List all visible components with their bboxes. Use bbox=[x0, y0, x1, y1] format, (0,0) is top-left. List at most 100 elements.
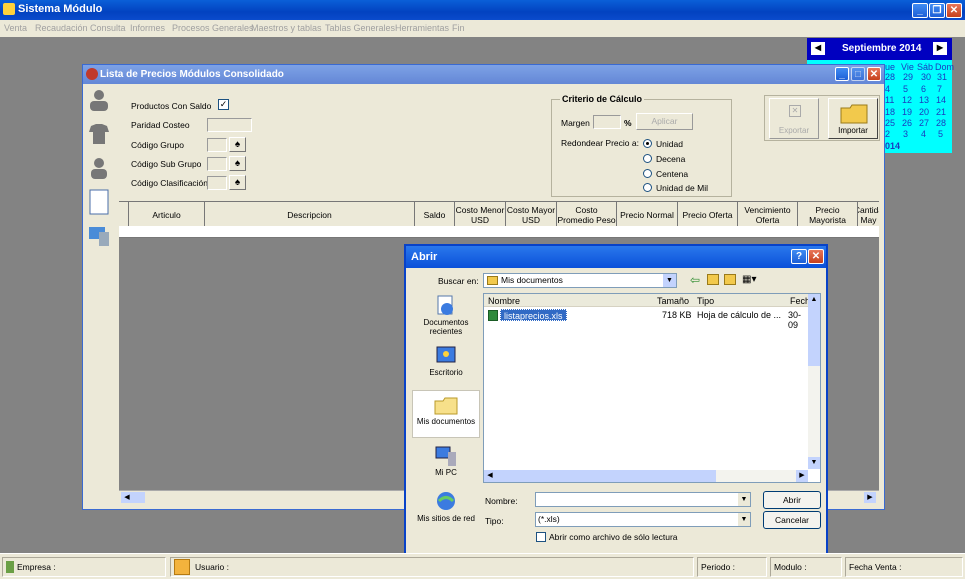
binoculars-icon[interactable]: ♠ bbox=[229, 156, 246, 171]
shirt-icon[interactable] bbox=[87, 122, 111, 146]
day-cell[interactable]: 20 bbox=[919, 107, 929, 117]
scroll-up-icon[interactable]: ▲ bbox=[808, 294, 820, 306]
file-row[interactable]: listaprecios.xls 718 KB Hoja de cálculo … bbox=[486, 309, 806, 330]
place-recent[interactable]: Documentos recientes bbox=[412, 294, 480, 336]
col-precio-oferta[interactable]: Precio Oferta bbox=[678, 202, 738, 227]
day-cell[interactable]: 3 bbox=[903, 129, 908, 139]
view-menu-icon[interactable]: ▦▾ bbox=[742, 274, 756, 285]
menu-fin[interactable]: Fin bbox=[452, 23, 465, 33]
place-desktop[interactable]: Escritorio bbox=[412, 344, 480, 377]
day-cell[interactable]: 29 bbox=[903, 72, 913, 82]
radio-decena[interactable] bbox=[643, 154, 652, 163]
window-minimize-icon[interactable]: _ bbox=[835, 67, 849, 81]
day-cell[interactable]: 28 bbox=[936, 118, 946, 128]
readonly-checkbox[interactable] bbox=[536, 532, 546, 542]
grid-empty-row[interactable] bbox=[119, 226, 879, 238]
menu-venta[interactable]: Venta bbox=[4, 23, 27, 33]
cancel-button[interactable]: Cancelar bbox=[763, 511, 821, 529]
col-costo-promedio[interactable]: Costo Promedio Peso bbox=[557, 202, 617, 227]
col-fecha[interactable]: Fech bbox=[790, 296, 810, 306]
day-cell[interactable]: 25 bbox=[885, 118, 895, 128]
day-cell[interactable]: 7 bbox=[937, 84, 942, 94]
prev-month-icon[interactable]: ◀ bbox=[811, 42, 825, 55]
binoculars-icon[interactable]: ♠ bbox=[229, 175, 246, 190]
col-costo-menor[interactable]: Costo Menor USD bbox=[455, 202, 506, 227]
filename-input[interactable] bbox=[535, 492, 751, 507]
next-month-icon[interactable]: ▶ bbox=[933, 42, 947, 55]
col-costo-mayor[interactable]: Costo Mayor USD bbox=[506, 202, 557, 227]
menu-recaudacion[interactable]: Recaudación bbox=[35, 23, 88, 33]
exportar-button[interactable]: ✕ Exportar bbox=[769, 98, 819, 139]
restore-icon[interactable]: ❐ bbox=[929, 3, 945, 18]
day-cell[interactable]: 26 bbox=[902, 118, 912, 128]
person-icon[interactable] bbox=[87, 88, 111, 112]
day-cell[interactable]: 12 bbox=[902, 95, 912, 105]
new-folder-icon[interactable] bbox=[724, 274, 736, 285]
day-cell[interactable]: 27 bbox=[919, 118, 929, 128]
place-network[interactable]: Mis sitios de red bbox=[412, 490, 480, 523]
day-cell[interactable]: 11 bbox=[885, 95, 894, 105]
codigo-grupo-input[interactable] bbox=[207, 138, 227, 152]
place-my-pc[interactable]: Mi PC bbox=[412, 444, 480, 477]
open-button[interactable]: Abrir bbox=[763, 491, 821, 509]
day-cell[interactable]: 13 bbox=[919, 95, 929, 105]
day-cell[interactable]: 14 bbox=[936, 95, 946, 105]
importar-button[interactable]: Importar bbox=[828, 98, 878, 139]
margen-input[interactable] bbox=[593, 115, 621, 129]
day-cell[interactable]: 5 bbox=[938, 129, 943, 139]
menu-procesos[interactable]: Procesos Generales bbox=[172, 23, 254, 33]
radio-centena[interactable] bbox=[643, 169, 652, 178]
day-cell[interactable]: 6 bbox=[921, 84, 926, 94]
file-list-vscrollbar[interactable]: ▲ ▼ bbox=[808, 294, 820, 469]
menu-consulta[interactable]: Consulta bbox=[90, 23, 126, 33]
scroll-thumb[interactable] bbox=[496, 470, 716, 482]
computer-icon[interactable] bbox=[87, 224, 111, 248]
scroll-thumb[interactable] bbox=[133, 492, 145, 503]
codigo-clasificacion-input[interactable] bbox=[207, 176, 227, 190]
scroll-right-icon[interactable]: ▶ bbox=[796, 470, 808, 482]
codigo-sub-grupo-input[interactable] bbox=[207, 157, 227, 171]
day-cell[interactable]: 28 bbox=[885, 72, 895, 82]
window-close-icon[interactable]: ✕ bbox=[867, 67, 881, 81]
col-precio-mayorista[interactable]: Precio Mayorista bbox=[798, 202, 858, 227]
col-precio-normal[interactable]: Precio Normal bbox=[617, 202, 678, 227]
col-vencimiento[interactable]: Vencimiento Oferta bbox=[738, 202, 798, 227]
day-cell[interactable]: 4 bbox=[921, 129, 926, 139]
col-tipo[interactable]: Tipo bbox=[697, 296, 714, 306]
col-descripcion[interactable]: Descripcion bbox=[205, 202, 415, 227]
file-name[interactable]: listaprecios.xls bbox=[500, 309, 567, 321]
look-in-select[interactable]: Mis documentos ▼ bbox=[483, 273, 677, 288]
col-cantidad[interactable]: Cantida May bbox=[858, 202, 879, 227]
minimize-icon[interactable]: _ bbox=[912, 3, 928, 18]
scroll-thumb[interactable] bbox=[808, 306, 820, 366]
paridad-costeo-input[interactable] bbox=[207, 118, 252, 132]
file-list[interactable]: Nombre Tamaño Tipo Fech listaprecios.xls… bbox=[483, 293, 821, 483]
filetype-select[interactable]: (*.xls) bbox=[535, 512, 751, 527]
scroll-left-icon[interactable]: ◀ bbox=[121, 492, 133, 503]
close-icon[interactable]: ✕ bbox=[946, 3, 962, 18]
chevron-down-icon[interactable]: ▼ bbox=[738, 513, 750, 526]
day-cell[interactable]: 30 bbox=[921, 72, 931, 82]
menu-herramientas[interactable]: Herramientas bbox=[395, 23, 449, 33]
scroll-down-icon[interactable]: ▼ bbox=[808, 457, 820, 469]
back-icon[interactable]: ⇦ bbox=[690, 273, 700, 287]
day-cell[interactable]: 2 bbox=[885, 129, 890, 139]
document-icon[interactable] bbox=[88, 189, 110, 215]
file-list-hscrollbar[interactable]: ◀ ▶ bbox=[484, 470, 808, 482]
day-cell[interactable]: 31 bbox=[937, 72, 947, 82]
col-nombre[interactable]: Nombre bbox=[488, 296, 520, 306]
scroll-left-icon[interactable]: ◀ bbox=[484, 470, 496, 482]
scroll-right-icon[interactable]: ▶ bbox=[864, 492, 876, 503]
user-group-icon[interactable] bbox=[87, 156, 111, 180]
help-icon[interactable]: ? bbox=[791, 249, 807, 264]
radio-unidad[interactable] bbox=[643, 139, 652, 148]
productos-con-saldo-checkbox[interactable]: ✓ bbox=[218, 99, 229, 110]
menu-maestros[interactable]: Maestros y tablas bbox=[251, 23, 322, 33]
col-saldo[interactable]: Saldo bbox=[415, 202, 455, 227]
menu-informes[interactable]: Informes bbox=[130, 23, 165, 33]
day-cell[interactable]: 5 bbox=[903, 84, 908, 94]
radio-unidad-de-mil[interactable] bbox=[643, 183, 652, 192]
binoculars-icon[interactable]: ♠ bbox=[229, 137, 246, 152]
menu-tablas[interactable]: Tablas Generales bbox=[325, 23, 395, 33]
day-cell[interactable]: 19 bbox=[902, 107, 912, 117]
